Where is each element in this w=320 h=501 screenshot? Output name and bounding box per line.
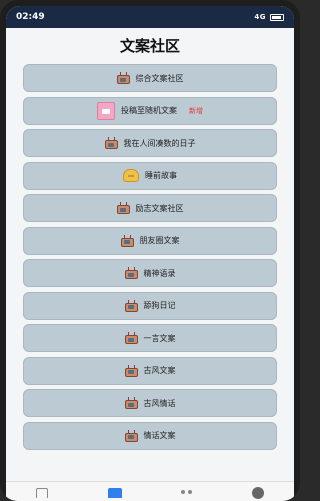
phone-frame: 02:49 4G 文案社区 综合文案社区 投稿至随机文案 新增 我在人间凑数的日…: [0, 0, 300, 501]
list-item[interactable]: 综合文案社区: [23, 64, 277, 92]
tv-icon: [124, 364, 138, 377]
list-item[interactable]: 舔狗日记: [23, 291, 277, 320]
category-list: 综合文案社区 投稿至随机文案 新增 我在人间凑数的日子 睡前故事 励志文案社区: [6, 64, 294, 450]
signal-icon: 4G: [254, 13, 266, 21]
list-item[interactable]: 我在人间凑数的日子: [23, 129, 277, 157]
list-item[interactable]: 一言文案: [23, 324, 277, 352]
status-bar: 02:49 4G: [6, 6, 294, 28]
item-label: 励志文案社区: [135, 203, 184, 213]
item-label: 综合文案社区: [135, 73, 184, 83]
list-item[interactable]: 朋友圈文案: [23, 226, 277, 255]
page-title: 文案社区: [119, 37, 180, 55]
bread-icon: [123, 169, 139, 182]
list-item[interactable]: 古风情话: [23, 389, 277, 417]
item-label: 睡前故事: [145, 171, 177, 180]
screen: 02:49 4G 文案社区 综合文案社区 投稿至随机文案 新增 我在人间凑数的日…: [6, 6, 294, 501]
tv-icon: [104, 137, 118, 149]
plus-icon[interactable]: [252, 487, 265, 499]
clipboard-icon[interactable]: [107, 488, 122, 498]
list-item[interactable]: 睡前故事: [23, 161, 277, 190]
tv-icon: [116, 72, 130, 84]
item-label: 朋友圈文案: [139, 236, 180, 245]
battery-icon: [270, 13, 284, 21]
new-badge: 新增: [189, 106, 203, 115]
status-time: 02:49: [16, 12, 45, 22]
tv-icon: [124, 429, 138, 442]
list-item[interactable]: 投稿至随机文案 新增: [23, 96, 277, 125]
tv-icon: [124, 299, 138, 312]
item-label: 精神语录: [143, 268, 176, 278]
item-label: 我在人间凑数的日子: [123, 138, 196, 148]
status-icons: 4G: [254, 13, 284, 21]
list-item[interactable]: 古风文案: [23, 356, 277, 385]
doc-icon[interactable]: [35, 488, 48, 498]
dots-icon[interactable]: [181, 490, 193, 494]
item-label: 投稿至随机文案: [121, 106, 177, 115]
tv-icon: [124, 267, 138, 279]
item-label: 一言文案: [143, 333, 176, 343]
bottom-nav: [6, 481, 294, 501]
list-item[interactable]: 情话文案: [23, 421, 277, 450]
pink-card-icon: [97, 101, 115, 120]
tv-icon: [124, 397, 138, 409]
item-label: 情话文案: [143, 431, 176, 440]
item-label: 古风情话: [143, 398, 176, 408]
list-item[interactable]: 励志文案社区: [23, 194, 277, 222]
item-label: 古风文案: [143, 366, 176, 375]
item-label: 舔狗日记: [143, 301, 176, 310]
list-item[interactable]: 精神语录: [23, 259, 277, 287]
tv-icon: [124, 332, 138, 344]
tv-icon: [120, 234, 134, 247]
tv-icon: [116, 202, 130, 214]
